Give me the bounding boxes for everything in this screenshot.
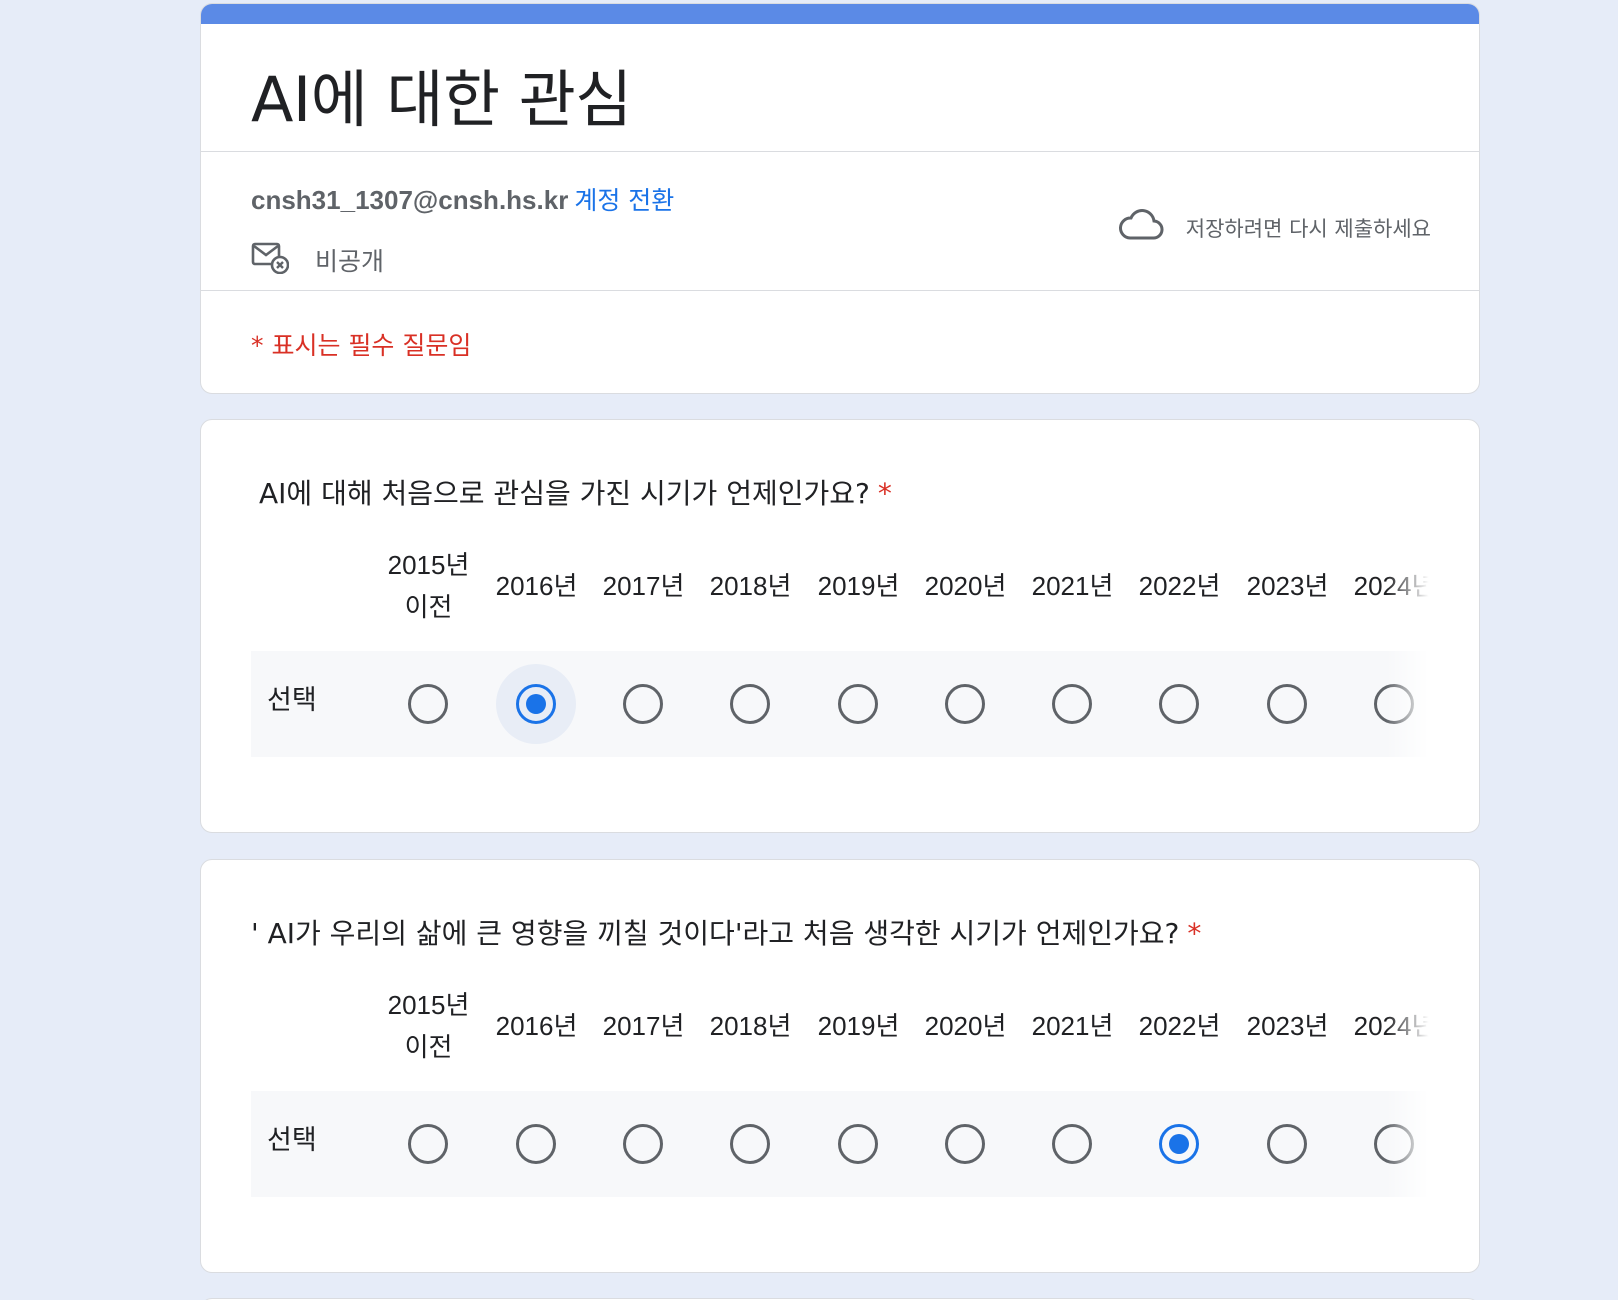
radio-option[interactable]	[1052, 1124, 1092, 1164]
radio-option[interactable]	[1052, 684, 1092, 724]
form-header-card: AI에 대한 관심 cnsh31_1307@cnsh.hs.kr 계정 전환 비공…	[200, 3, 1480, 394]
radio-option[interactable]	[1267, 1124, 1307, 1164]
radio-option[interactable]	[838, 1124, 878, 1164]
column-header: 2024년	[1353, 571, 1436, 601]
column-header: 2020년	[924, 571, 1007, 601]
required-note: * 표시는 필수 질문임	[251, 331, 472, 360]
save-status-label: 저장하려면 다시 제출하세요	[1185, 216, 1431, 241]
radio-option[interactable]	[1267, 684, 1307, 724]
privacy-label: 비공개	[315, 246, 385, 276]
cloud-icon	[1118, 209, 1164, 246]
account-email: cnsh31_1307@cnsh.hs.kr	[251, 185, 569, 215]
header-divider-2	[201, 290, 1479, 291]
column-header: 2022년	[1138, 571, 1221, 601]
column-header: 2022년	[1138, 1011, 1221, 1041]
radio-option[interactable]	[838, 684, 878, 724]
radio-option[interactable]	[623, 684, 663, 724]
question-title-text: AI에 대해 처음으로 관심을 가진 시기가 언제인가요?	[259, 477, 870, 510]
radio-option[interactable]	[945, 1124, 985, 1164]
account-line: cnsh31_1307@cnsh.hs.kr 계정 전환	[251, 181, 674, 217]
radio-option[interactable]	[623, 1124, 663, 1164]
question-card-2: ' AI가 우리의 삶에 큰 영향을 끼칠 것이다'라고 처음 생각한 시기가 …	[200, 859, 1480, 1273]
question-title: AI에 대해 처음으로 관심을 가진 시기가 언제인가요? *	[259, 472, 892, 512]
required-star: *	[877, 477, 892, 510]
column-header: 2017년	[602, 571, 685, 601]
radio-option[interactable]	[516, 684, 556, 724]
column-header: 2019년	[817, 571, 900, 601]
radio-option[interactable]	[1159, 684, 1199, 724]
choice-grid: 2015년 이전 2016년 2017년 2018년 2019년 2020년 2021년 20…	[251, 540, 1436, 760]
choice-grid: 2015년 이전 2016년 2017년 2018년 2019년 2020년 2021년 20…	[251, 980, 1436, 1200]
form-title: AI에 대한 관심	[251, 63, 632, 136]
column-header: 2021년	[1031, 571, 1114, 601]
row-label: 선택	[267, 1125, 317, 1156]
column-header: 2021년	[1031, 1011, 1114, 1041]
save-status: 저장하려면 다시 제출하세요	[1118, 209, 1431, 246]
switch-account-link[interactable]: 계정 전환	[574, 186, 674, 215]
column-header: 2015년 이전	[387, 550, 470, 622]
radio-option[interactable]	[516, 1124, 556, 1164]
column-header: 2018년	[709, 571, 792, 601]
radio-option[interactable]	[408, 684, 448, 724]
radio-option[interactable]	[1159, 1124, 1199, 1164]
column-header: 2017년	[602, 1011, 685, 1041]
column-header: 2015년 이전	[387, 990, 470, 1062]
header-accent-bar	[201, 4, 1479, 24]
question-title: ' AI가 우리의 삶에 큰 영향을 끼칠 것이다'라고 처음 생각한 시기가 …	[251, 912, 1201, 952]
radio-option[interactable]	[408, 1124, 448, 1164]
required-star: *	[1187, 917, 1202, 950]
form-page: AI에 대한 관심 cnsh31_1307@cnsh.hs.kr 계정 전환 비공…	[0, 0, 1618, 1300]
header-divider	[201, 151, 1479, 152]
column-header: 2024년	[1353, 1011, 1436, 1041]
radio-option[interactable]	[1374, 1124, 1414, 1164]
mail-private-icon	[251, 240, 290, 279]
radio-option[interactable]	[730, 1124, 770, 1164]
column-header: 2018년	[709, 1011, 792, 1041]
column-header: 2023년	[1246, 571, 1329, 601]
column-header: 2023년	[1246, 1011, 1329, 1041]
row-label: 선택	[267, 685, 317, 716]
column-header: 2019년	[817, 1011, 900, 1041]
radio-option[interactable]	[730, 684, 770, 724]
radio-option[interactable]	[1374, 684, 1414, 724]
privacy-indicator: 비공개	[251, 240, 384, 279]
question-card-1: AI에 대해 처음으로 관심을 가진 시기가 언제인가요? * 2015년 이전 2…	[200, 419, 1480, 833]
column-header: 2020년	[924, 1011, 1007, 1041]
question-title-text: ' AI가 우리의 삶에 큰 영향을 끼칠 것이다'라고 처음 생각한 시기가 …	[251, 917, 1180, 950]
column-header: 2016년	[495, 1011, 578, 1041]
column-header: 2016년	[495, 571, 578, 601]
radio-option[interactable]	[945, 684, 985, 724]
